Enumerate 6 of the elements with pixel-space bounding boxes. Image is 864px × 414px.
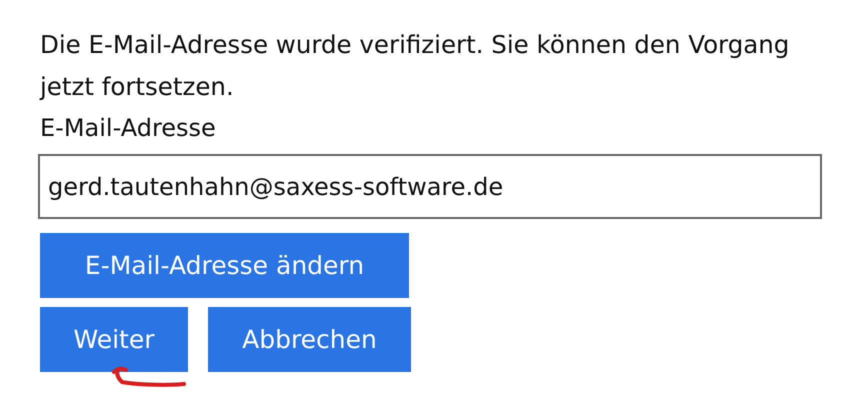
status-message: Die E-Mail-Adresse wurde verifiziert. Sie können den Vorgang jetzt fortsetzen. <box>40 29 790 103</box>
change-email-button[interactable]: E-Mail-Adresse ändern <box>40 233 409 298</box>
continue-button[interactable]: Weiter <box>40 307 188 372</box>
email-field[interactable]: gerd.tautenhahn@saxess-software.de <box>38 154 822 219</box>
field-label: E-Mail-Adresse <box>40 113 216 144</box>
cancel-button[interactable]: Abbrechen <box>208 307 411 372</box>
